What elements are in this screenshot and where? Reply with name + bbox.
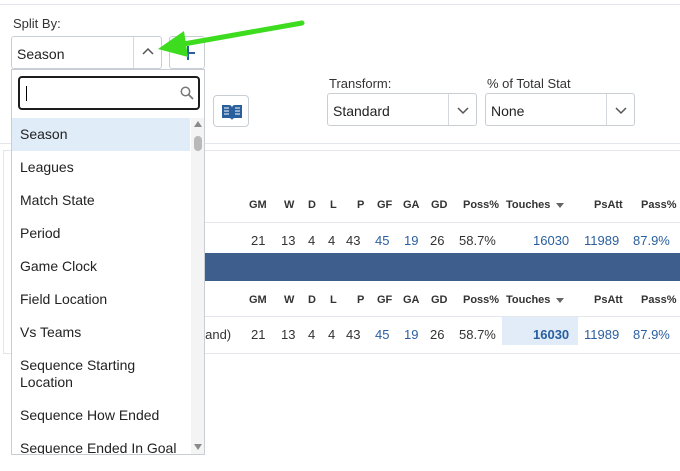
pct-total-value: None: [491, 103, 525, 119]
select-separator: [133, 37, 134, 68]
group-header-band: [205, 253, 680, 281]
sort-down-icon: [556, 297, 565, 303]
option-match-state[interactable]: Match State: [12, 184, 190, 217]
cell-d: 4: [308, 233, 316, 248]
split-by-select[interactable]: Season: [11, 36, 162, 69]
col-poss[interactable]: Poss%: [463, 294, 499, 306]
col-d[interactable]: D: [308, 294, 316, 306]
cell-poss: 58.7%: [459, 327, 496, 342]
pct-total-select[interactable]: None: [485, 93, 635, 126]
row-divider: [205, 222, 680, 223]
col-psatt[interactable]: PsAtt: [594, 199, 623, 211]
split-by-value: Season: [17, 46, 65, 62]
col-w[interactable]: W: [284, 294, 294, 306]
select-separator: [606, 94, 607, 125]
option-leagues[interactable]: Leagues: [12, 151, 190, 184]
text-cursor: [26, 86, 27, 101]
chevron-down-icon: [457, 107, 469, 115]
dropdown-search-input[interactable]: [18, 76, 200, 110]
cell-w: 13: [281, 233, 296, 248]
col-gm[interactable]: GM: [249, 294, 267, 306]
col-pass[interactable]: Pass%: [641, 199, 676, 211]
cell-gd: 26: [430, 327, 445, 342]
scroll-down-icon[interactable]: [194, 444, 202, 450]
col-touches[interactable]: Touches: [506, 199, 565, 211]
cell-gm: 21: [251, 327, 266, 342]
cell-touches[interactable]: 16030: [533, 233, 569, 248]
search-icon: [180, 86, 194, 100]
cell-pass[interactable]: 87.9%: [633, 233, 670, 248]
cell-p: 43: [346, 327, 361, 342]
option-period[interactable]: Period: [12, 217, 190, 250]
split-by-dropdown: Season Leagues Match State Period Game C…: [11, 69, 205, 455]
col-poss[interactable]: Poss%: [463, 199, 499, 211]
chevron-down-icon: [615, 107, 627, 115]
cell-w: 13: [281, 327, 296, 342]
col-touches-label: Touches: [506, 199, 551, 211]
dropdown-options: Season Leagues Match State Period Game C…: [12, 118, 190, 454]
col-d[interactable]: D: [308, 199, 316, 211]
top-divider: [0, 4, 680, 5]
col-ga[interactable]: GA: [403, 294, 420, 306]
cell-touches[interactable]: 16030: [533, 327, 569, 342]
option-sequence-how-ended[interactable]: Sequence How Ended: [12, 399, 190, 432]
col-gf[interactable]: GF: [377, 199, 392, 211]
col-gd[interactable]: GD: [431, 294, 448, 306]
option-vs-teams[interactable]: Vs Teams: [12, 316, 190, 349]
col-touches[interactable]: Touches: [506, 294, 565, 306]
col-p[interactable]: P: [357, 294, 364, 306]
col-l[interactable]: L: [330, 199, 337, 211]
col-w[interactable]: W: [284, 199, 294, 211]
cell-psatt[interactable]: 11989: [584, 327, 619, 342]
cell-gm: 21: [251, 233, 266, 248]
pct-total-label: % of Total Stat: [487, 76, 571, 91]
cell-poss: 58.7%: [459, 233, 496, 248]
col-pass[interactable]: Pass%: [641, 294, 676, 306]
col-touches-label: Touches: [506, 294, 551, 306]
col-gf[interactable]: GF: [377, 294, 392, 306]
cell-gf[interactable]: 45: [375, 233, 389, 248]
book-icon: [222, 105, 242, 120]
col-p[interactable]: P: [357, 199, 364, 211]
scroll-up-icon[interactable]: [194, 121, 202, 127]
cell-ga[interactable]: 19: [404, 233, 418, 248]
transform-select[interactable]: Standard: [327, 93, 477, 126]
split-by-label: Split By:: [13, 16, 61, 31]
cell-pass[interactable]: 87.9%: [633, 327, 670, 342]
sort-down-icon: [556, 202, 565, 208]
transform-label: Transform:: [329, 76, 392, 91]
option-season[interactable]: Season: [12, 118, 190, 151]
col-l[interactable]: L: [330, 294, 337, 306]
cell-p: 43: [346, 233, 361, 248]
col-gd[interactable]: GD: [431, 199, 448, 211]
cell-l: 4: [328, 327, 336, 342]
col-psatt[interactable]: PsAtt: [594, 294, 623, 306]
scroll-thumb[interactable]: [194, 136, 202, 151]
cell-l: 4: [328, 233, 336, 248]
cell-gf[interactable]: 45: [375, 327, 389, 342]
option-field-location[interactable]: Field Location: [12, 283, 190, 316]
col-ga[interactable]: GA: [403, 199, 420, 211]
glossary-button[interactable]: [213, 95, 249, 127]
transform-value: Standard: [333, 103, 390, 119]
cell-gd: 26: [430, 233, 445, 248]
cell-ga[interactable]: 19: [404, 327, 418, 342]
col-gm[interactable]: GM: [249, 199, 267, 211]
annotation-arrow-icon: [158, 20, 305, 57]
dropdown-scrollbar[interactable]: [191, 118, 204, 454]
option-sequence-starting-location[interactable]: Sequence Starting Location: [12, 349, 190, 399]
row-divider: [205, 316, 680, 317]
option-game-clock[interactable]: Game Clock: [12, 250, 190, 283]
option-sequence-ended-in-goal[interactable]: Sequence Ended In Goal: [12, 432, 190, 454]
cell-d: 4: [308, 327, 316, 342]
cell-psatt[interactable]: 11989: [584, 233, 619, 248]
select-separator: [448, 94, 449, 125]
